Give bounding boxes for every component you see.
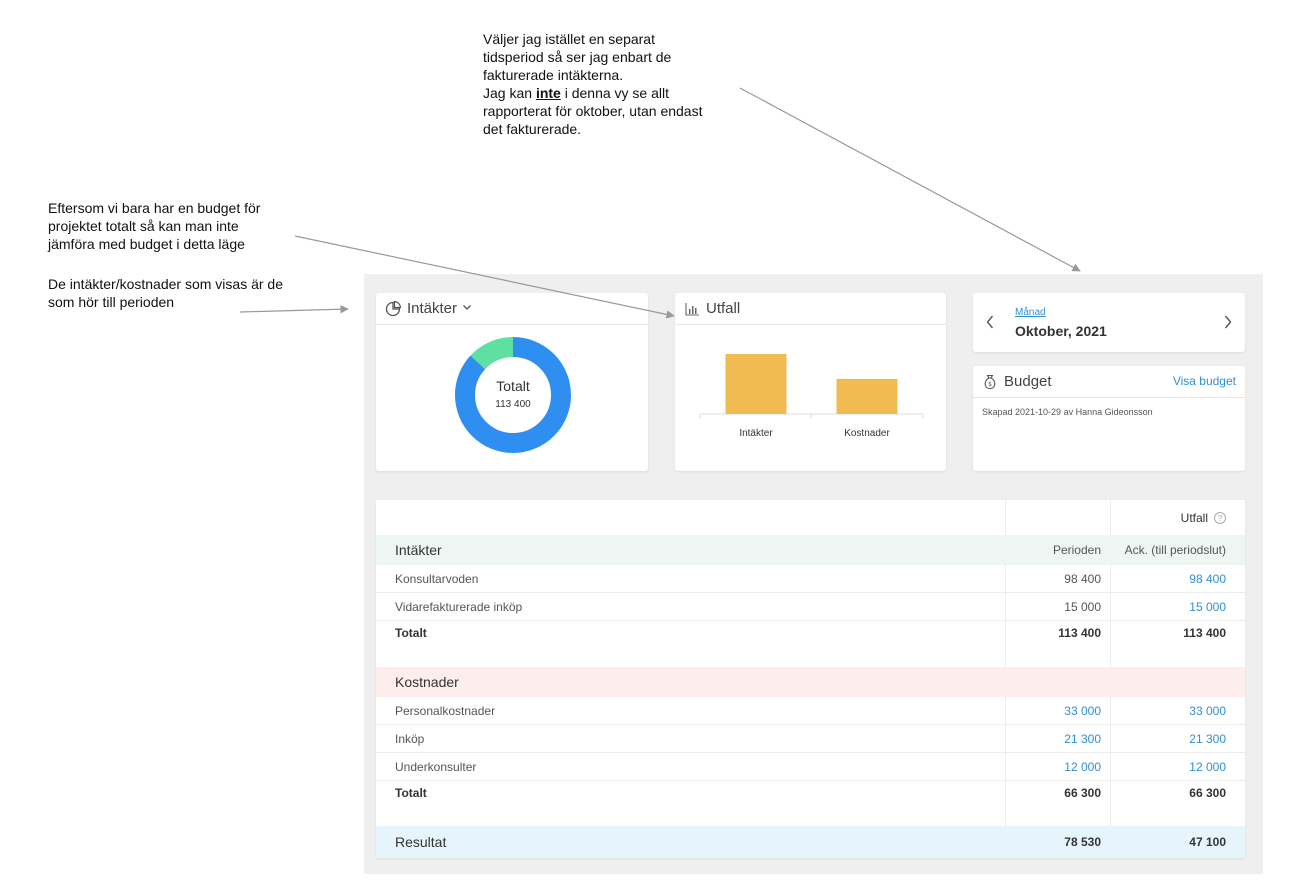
row-period-link[interactable]: 12 000 [1064, 760, 1101, 774]
utfall-card-title: Utfall [706, 300, 741, 317]
table-row: Konsultarvoden 98 400 98 400 [376, 565, 1245, 592]
budget-card: $ Budget Visa budget Skapad 2021-10-29 a… [973, 366, 1245, 471]
table-header-row: Utfall? [376, 500, 1245, 535]
note-line: projektet totalt så kan man inte [48, 218, 239, 234]
section-title: Intäkter [395, 542, 442, 558]
bar-label-1: Kostnader [844, 428, 890, 439]
row-period-link[interactable]: 33 000 [1064, 704, 1101, 718]
budget-card-title: Budget [1004, 373, 1052, 390]
row-label: Vidarefakturerade inköp [395, 599, 523, 614]
row-label: Totalt [395, 786, 427, 800]
row-period-link[interactable]: 21 300 [1064, 732, 1101, 746]
row-ack-link[interactable]: 12 000 [1189, 760, 1226, 774]
utfall-bar-chart: Intäkter Kostnader [699, 354, 924, 439]
row-label: Konsultarvoden [395, 571, 479, 586]
note-line: som hör till perioden [48, 294, 175, 310]
section-title: Kostnader [395, 674, 459, 690]
svg-text:$: $ [988, 381, 992, 388]
total-ack-value: 66 300 [1189, 786, 1226, 800]
resultat-period-value: 78 530 [1064, 835, 1101, 849]
resultat-row: Resultat 78 530 47 100 [376, 826, 1245, 858]
note-line: fakturerade intäkterna. [483, 67, 624, 83]
note-line: Jag kan inte i denna vy se allt [483, 84, 753, 102]
chevron-left-icon[interactable] [985, 314, 995, 335]
period-mode-link[interactable]: Månad [1015, 307, 1046, 318]
total-period-value: 113 400 [1058, 626, 1101, 640]
utfall-card: Utfall Intäkter Kostnader [675, 293, 946, 471]
row-label: Underkonsulter [395, 759, 477, 774]
row-ack-link[interactable]: 21 300 [1189, 732, 1226, 746]
note-text: Jag kan [483, 85, 536, 101]
note-line: det fakturerade. [483, 121, 582, 137]
table-row: Vidarefakturerade inköp 15 000 15 000 [376, 593, 1245, 620]
column-header-period: Perioden [1052, 543, 1101, 557]
note-text: i denna vy se allt [560, 85, 669, 101]
table-row: Underkonsulter 12 000 12 000 [376, 753, 1245, 780]
table-row: Personalkostnader 33 000 33 000 [376, 697, 1245, 724]
chevron-down-icon[interactable] [462, 302, 472, 315]
resultat-label: Resultat [395, 834, 447, 850]
intakter-section-header: Intäkter Perioden Ack. (till periodslut) [376, 535, 1245, 565]
resultat-ack-value: 47 100 [1189, 835, 1226, 849]
pie-chart-icon [385, 300, 401, 317]
arrow-to-period [739, 87, 1081, 272]
column-header-ack: Ack. (till periodslut) [1124, 543, 1226, 557]
chevron-right-icon[interactable] [1223, 314, 1233, 335]
bar-1 [836, 378, 898, 414]
note-line: rapporterat för oktober, utan endast [483, 103, 703, 119]
annotation-note-budget: Eftersom vi bara har en budget för proje… [48, 199, 308, 253]
budget-created-text: Skapad 2021-10-29 av Hanna Gideonsson [982, 407, 1153, 417]
donut-center-value: 113 400 [495, 399, 531, 410]
note-line: Väljer jag istället en separat [483, 31, 655, 47]
intakter-card-header[interactable]: Intäkter [376, 293, 648, 325]
money-bag-icon: $ [982, 374, 998, 390]
utfall-card-header: Utfall [675, 293, 946, 325]
period-value: Oktober, 2021 [1015, 323, 1107, 339]
utfall-header-label: Utfall [1180, 510, 1208, 525]
results-table: Utfall? Intäkter Perioden Ack. (till per… [376, 500, 1245, 858]
total-period-value: 66 300 [1064, 786, 1101, 800]
total-ack-value: 113 400 [1183, 626, 1226, 640]
donut-svg [455, 337, 571, 453]
donut-chart: Totalt 113 400 [454, 336, 572, 454]
donut-center-label: Totalt [496, 378, 530, 394]
table-total-row: Totalt 113 400 113 400 [376, 621, 1245, 645]
annotation-note-revenue: De intäkter/kostnader som visas är de so… [48, 275, 328, 311]
row-label: Totalt [395, 626, 427, 640]
intakter-card: Intäkter Totalt 113 400 [376, 293, 648, 471]
visa-budget-link[interactable]: Visa budget [1173, 374, 1236, 388]
note-emphasis: inte [535, 85, 561, 101]
table-total-row: Totalt 66 300 66 300 [376, 781, 1245, 805]
row-label: Personalkostnader [395, 703, 496, 718]
row-ack-link[interactable]: 98 400 [1189, 572, 1226, 586]
annotation-note-period: Väljer jag istället en separat tidsperio… [483, 30, 753, 138]
intakter-card-title: Intäkter [407, 300, 458, 317]
row-ack-link[interactable]: 33 000 [1189, 704, 1226, 718]
period-selector: Månad Oktober, 2021 [973, 293, 1245, 352]
kostnader-section-header: Kostnader [376, 667, 1245, 697]
bar-label-0: Intäkter [739, 428, 773, 439]
help-icon[interactable]: ? [1214, 512, 1226, 525]
dashboard-panel: Intäkter Totalt 113 400 Utfall Intäkter K… [364, 274, 1263, 874]
note-line: Eftersom vi bara har en budget för [48, 200, 261, 216]
row-period-value: 98 400 [1064, 571, 1101, 586]
bar-chart-icon [684, 301, 700, 317]
note-line: tidsperiod så ser jag enbart de [483, 49, 672, 65]
row-ack-link[interactable]: 15 000 [1189, 600, 1226, 614]
note-line: De intäkter/kostnader som visas är de [48, 276, 283, 292]
row-period-value: 15 000 [1064, 599, 1101, 614]
row-label: Inköp [395, 731, 425, 746]
utfall-header: Utfall? [1181, 511, 1226, 525]
note-line: jämföra med budget i detta läge [48, 236, 245, 252]
bar-0 [725, 354, 787, 414]
table-row: Inköp 21 300 21 300 [376, 725, 1245, 752]
